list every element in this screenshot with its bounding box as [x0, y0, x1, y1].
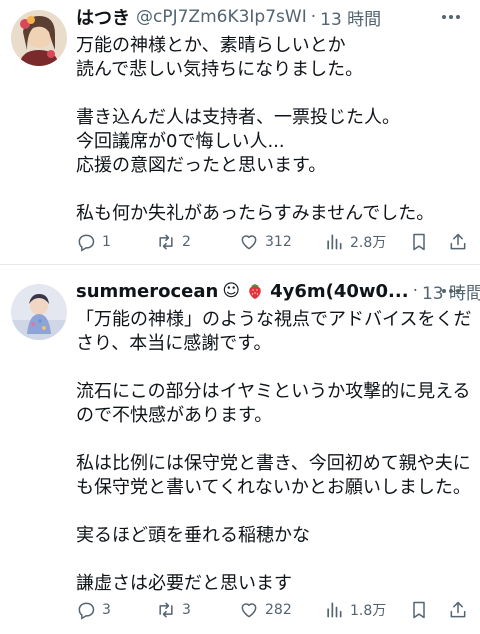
- divider: [0, 264, 480, 265]
- bookmark-button[interactable]: [409, 600, 429, 620]
- reply-icon: [78, 234, 95, 252]
- view-count: 2.8万: [350, 235, 387, 251]
- reply-icon: [78, 602, 95, 620]
- reply-button[interactable]: 3: [76, 600, 111, 620]
- reply-count: 1: [102, 234, 111, 250]
- like-count: 282: [265, 602, 292, 618]
- name-emoji: ☺: [222, 281, 241, 301]
- handle[interactable]: 4y6m(40w0...: [270, 281, 408, 302]
- repost-count: 2: [182, 234, 191, 250]
- repost-icon: [159, 234, 173, 250]
- separator: ·: [412, 281, 418, 301]
- avatar[interactable]: [11, 10, 67, 66]
- post[interactable]: summerocean ☺ 4y6m(40w0... · 13 時間 「万能の神…: [0, 266, 480, 634]
- share-icon: [450, 601, 466, 618]
- strawberry-icon: [246, 282, 264, 300]
- separator: ·: [310, 7, 317, 27]
- repost-button[interactable]: 2: [156, 232, 191, 252]
- views-icon: [327, 234, 342, 250]
- repost-button[interactable]: 3: [156, 600, 191, 620]
- more-icon[interactable]: [440, 278, 462, 304]
- like-button[interactable]: 282: [239, 600, 292, 620]
- reply-button[interactable]: 1: [76, 232, 111, 252]
- repost-count: 3: [182, 602, 191, 618]
- bookmark-icon: [413, 601, 425, 619]
- share-button[interactable]: [448, 232, 468, 252]
- share-button[interactable]: [448, 600, 468, 620]
- action-bar: 1 2 312 2.8万: [76, 230, 466, 254]
- view-count: 1.8万: [350, 603, 387, 619]
- heart-icon: [241, 603, 257, 618]
- bookmark-icon: [413, 233, 425, 251]
- views-button[interactable]: 2.8万: [324, 232, 386, 252]
- views-button[interactable]: 1.8万: [324, 600, 386, 620]
- avatar[interactable]: [11, 284, 67, 340]
- post-header: summerocean ☺ 4y6m(40w0... · 13 時間: [76, 278, 480, 304]
- post-text: 万能の神様とか、素晴らしいとか 読んで悲しい気持ちになりました。 書き込んだ人は…: [76, 35, 435, 224]
- reply-count: 3: [102, 602, 111, 618]
- share-icon: [450, 233, 466, 250]
- heart-icon: [241, 235, 257, 250]
- post[interactable]: はつき @cPJ7Zm6K3Ip7sWI · 13 時間 万能の神様とか、素晴ら…: [0, 0, 480, 264]
- handle[interactable]: @cPJ7Zm6K3Ip7sWI: [136, 7, 307, 27]
- bookmark-button[interactable]: [409, 232, 429, 252]
- post-header: はつき @cPJ7Zm6K3Ip7sWI · 13 時間: [76, 4, 468, 30]
- like-count: 312: [265, 234, 292, 250]
- views-icon: [327, 602, 342, 618]
- action-bar: 3 3 282 1.8万: [76, 598, 466, 622]
- display-name[interactable]: はつき: [76, 4, 130, 30]
- timestamp[interactable]: 13 時間: [320, 5, 381, 30]
- like-button[interactable]: 312: [239, 232, 292, 252]
- repost-icon: [159, 602, 173, 618]
- post-text: 「万能の神様」のような視点でアドバイスをくださり、本当に感謝です。 流石にこの部…: [76, 309, 472, 594]
- more-icon[interactable]: [440, 4, 462, 30]
- display-name[interactable]: summerocean: [76, 281, 218, 302]
